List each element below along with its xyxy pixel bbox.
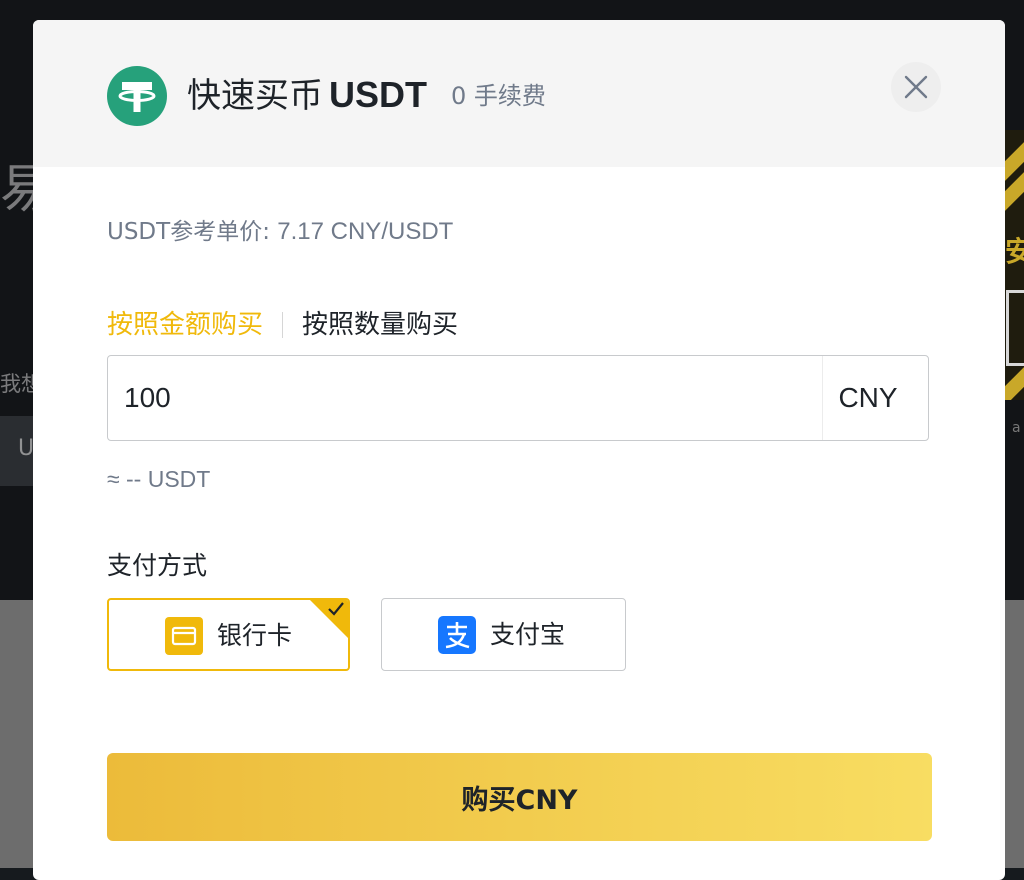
tether-coin-icon [107,66,167,126]
quick-buy-modal: 快速买币 USDT 0 手续费 USDT参考单价: 7.17 CNY/USDT 按… [33,20,1005,880]
checkmark-icon [328,602,344,616]
payment-option-alipay[interactable]: 支付宝 [381,598,626,671]
tab-buy-by-amount[interactable]: 按照金额购买 [107,305,263,345]
payment-option-label: 支付宝 [490,620,566,649]
buy-mode-tabs: 按照金额购买 按照数量购买 [107,305,458,345]
modal-title: 快速买币 USDT [187,70,427,121]
close-icon [904,75,928,99]
payment-option-label: 银行卡 [217,621,293,650]
alipay-icon [438,616,476,654]
background-promo-banner: 安 [1003,130,1024,400]
reference-price-value: 7.17 CNY/USDT [277,218,454,245]
background-banner-char: 安 [1005,235,1024,268]
payment-method-label: 支付方式 [107,551,208,580]
buy-button[interactable]: 购买CNY [107,753,932,841]
background-input-text-fragment: U [18,436,35,461]
tab-divider [282,312,284,338]
tab-buy-by-quantity[interactable]: 按照数量购买 [302,305,458,345]
payment-option-bank-card[interactable]: 银行卡 [107,598,350,671]
amount-field: CNY [107,355,929,441]
approx-amount: ≈ -- USDT [107,466,211,492]
reference-price-label: USDT参考单价: [107,219,270,245]
modal-title-ticker: USDT [329,74,427,115]
bank-card-icon [165,617,203,655]
fee-badge: 0 手续费 [451,82,546,110]
currency-divider [822,356,823,440]
close-button[interactable] [891,62,941,112]
amount-input[interactable] [122,374,806,422]
modal-header: 快速买币 USDT 0 手续费 [33,20,1005,167]
reference-price: USDT参考单价: 7.17 CNY/USDT [107,216,453,248]
amount-currency: CNY [838,382,898,413]
background-dot: a [1012,420,1021,436]
modal-title-prefix: 快速买币 [187,76,323,116]
